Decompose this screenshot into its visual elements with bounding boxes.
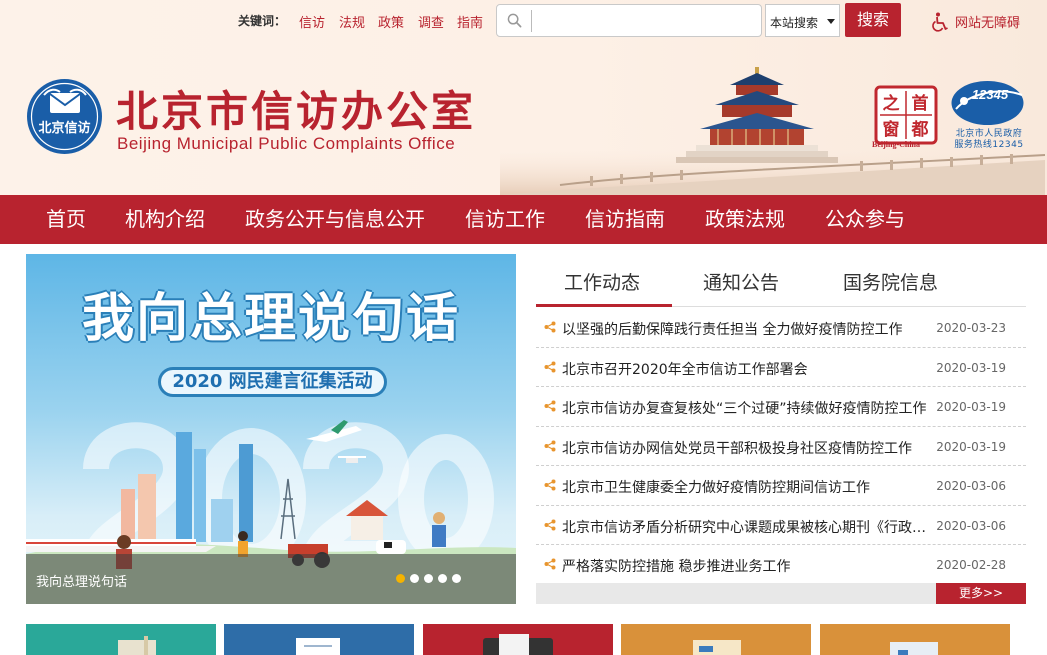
search-scope-select[interactable]: 本站搜索 bbox=[765, 4, 840, 37]
news-date: 2020-03-19 bbox=[936, 400, 1006, 414]
news-title[interactable]: 严格落实防控措施 稳步推进业务工作 bbox=[562, 556, 928, 576]
nav-item-policies[interactable]: 政策法规 bbox=[705, 195, 785, 244]
service-tile[interactable] bbox=[26, 624, 216, 655]
keyword-link[interactable]: 政策 bbox=[378, 12, 404, 31]
news-title[interactable]: 以坚强的后勤保障践行责任担当 全力做好疫情防控工作 bbox=[562, 319, 928, 339]
keyword-link[interactable]: 指南 bbox=[457, 12, 483, 31]
keyword-link[interactable]: 信访 bbox=[299, 12, 325, 31]
banner-carousel[interactable]: 我向总理说句话 2020 网民建言征集活动 我向总理说句话 bbox=[26, 254, 516, 604]
news-date: 2020-03-19 bbox=[936, 360, 1006, 375]
search-box bbox=[496, 4, 762, 37]
share-icon bbox=[544, 321, 556, 333]
main-nav: 首页 机构介绍 政务公开与信息公开 信访工作 信访指南 政策法规 公众参与 bbox=[0, 195, 1047, 244]
news-date: 2020-03-23 bbox=[936, 321, 1006, 335]
nav-item-petition-work[interactable]: 信访工作 bbox=[465, 195, 545, 244]
chevron-down-icon bbox=[827, 19, 835, 24]
share-icon bbox=[544, 479, 556, 491]
news-date: 2020-03-06 bbox=[936, 479, 1006, 493]
news-title[interactable]: 北京市信访矛盾分析研究中心课题成果被核心期刊《行政管理改革》刊发 bbox=[562, 517, 928, 537]
screen-icon bbox=[890, 642, 938, 655]
search-input[interactable] bbox=[531, 10, 755, 32]
event-badge: 2020 网民建言征集活动 bbox=[158, 367, 387, 397]
wheelchair-icon[interactable] bbox=[931, 12, 949, 32]
svg-text:之: 之 bbox=[883, 93, 900, 114]
office-emblem-logo[interactable]: 北京信访 bbox=[26, 78, 103, 155]
site-title: 北京市信访办公室 bbox=[116, 87, 477, 136]
banner-slogan: 我向总理说句话 bbox=[81, 289, 460, 349]
tab-state-council[interactable]: 国务院信息 bbox=[843, 268, 938, 295]
news-date: 2020-03-06 bbox=[936, 518, 1006, 533]
nav-item-about[interactable]: 机构介绍 bbox=[125, 195, 205, 244]
top-bar: 关键词： 信访 法规 政策 调查 指南 本站搜索 搜索 网站无障碍 bbox=[0, 3, 1047, 37]
news-item[interactable]: 北京市卫生健康委全力做好疫情防控期间信访工作 2020-03-06 bbox=[536, 466, 1026, 506]
share-icon bbox=[544, 361, 556, 372]
nav-item-petition-guide[interactable]: 信访指南 bbox=[585, 195, 665, 244]
news-date: 2020-02-28 bbox=[936, 558, 1006, 572]
share-icon bbox=[544, 519, 556, 530]
nav-item-participation[interactable]: 公众参与 bbox=[825, 195, 905, 244]
news-item[interactable]: 严格落实防控措施 稳步推进业务工作 2020-02-28 bbox=[536, 545, 1026, 585]
svg-text:窗: 窗 bbox=[883, 119, 900, 140]
svg-text:都: 都 bbox=[911, 119, 929, 140]
carousel-dot[interactable] bbox=[452, 574, 461, 583]
news-title[interactable]: 北京市卫生健康委全力做好疫情防控期间信访工作 bbox=[562, 477, 928, 497]
signpost-icon bbox=[118, 636, 156, 655]
news-item[interactable]: 北京市信访矛盾分析研究中心课题成果被核心期刊《行政管理改革》刊发 2020-03… bbox=[536, 506, 1026, 545]
document-icon bbox=[296, 638, 340, 655]
svg-text:12345: 12345 bbox=[972, 87, 1009, 102]
seal-caption: Beijing-China bbox=[872, 140, 921, 149]
hotline-12345-logo[interactable]: 12345 bbox=[950, 79, 1025, 127]
news-title[interactable]: 北京市信访办复查复核处“三个过硬”持续做好疫情防控工作 bbox=[562, 398, 928, 418]
carousel-caption[interactable]: 我向总理说句话 bbox=[36, 571, 127, 590]
carousel-dot[interactable] bbox=[396, 574, 405, 583]
news-item[interactable]: 以坚强的后勤保障践行责任担当 全力做好疫情防控工作 2020-03-23 bbox=[536, 308, 1026, 348]
keyword-link[interactable]: 法规 bbox=[339, 12, 365, 31]
svg-text:首: 首 bbox=[912, 93, 929, 114]
service-tile[interactable] bbox=[820, 624, 1010, 655]
tab-work-news[interactable]: 工作动态 bbox=[564, 268, 640, 295]
more-bar: 更多>> bbox=[536, 583, 1026, 604]
news-panel: 工作动态 通知公告 国务院信息 以坚强的后勤保障践行责任担当 全力做好疫情防控工… bbox=[536, 254, 1026, 604]
share-icon bbox=[544, 558, 556, 570]
emblem-text: 北京信访 bbox=[38, 120, 90, 136]
active-tab-indicator bbox=[536, 304, 672, 307]
news-title[interactable]: 北京市召开2020年全市信访工作部署会 bbox=[562, 359, 928, 379]
news-tabs: 工作动态 通知公告 国务院信息 bbox=[536, 254, 1026, 307]
more-button[interactable]: 更多>> bbox=[936, 583, 1026, 604]
carousel-dot[interactable] bbox=[438, 574, 447, 583]
search-button[interactable]: 搜索 bbox=[845, 3, 901, 37]
news-item[interactable]: 北京市召开2020年全市信访工作部署会 2020-03-19 bbox=[536, 348, 1026, 387]
board-icon bbox=[693, 640, 741, 655]
share-icon bbox=[544, 400, 556, 412]
search-scope-value: 本站搜索 bbox=[770, 16, 819, 30]
news-item[interactable]: 北京市信访办复查复核处“三个过硬”持续做好疫情防控工作 2020-03-19 bbox=[536, 387, 1026, 427]
accessibility-link[interactable]: 网站无障碍 bbox=[955, 12, 1020, 31]
news-item[interactable]: 北京市信访办网信处党员干部积极投身社区疫情防控工作 2020-03-19 bbox=[536, 427, 1026, 466]
carousel-caption-bar: 我向总理说句话 bbox=[26, 554, 516, 604]
carousel-dot[interactable] bbox=[424, 574, 433, 583]
site-header: 关键词： 信访 法规 政策 调查 指南 本站搜索 搜索 网站无障碍 北京信访 北… bbox=[0, 0, 1047, 195]
nav-item-disclosure[interactable]: 政务公开与信息公开 bbox=[245, 195, 425, 244]
monitor-icon bbox=[483, 634, 553, 655]
news-title[interactable]: 北京市信访办网信处党员干部积极投身社区疫情防控工作 bbox=[562, 438, 928, 458]
keywords-label: 关键词： bbox=[238, 14, 287, 28]
share-icon bbox=[544, 440, 556, 451]
service-tile[interactable] bbox=[423, 624, 613, 655]
site-title-english: Beijing Municipal Public Complaints Offi… bbox=[117, 134, 456, 153]
service-tile[interactable] bbox=[224, 624, 414, 655]
news-date: 2020-03-19 bbox=[936, 439, 1006, 454]
service-tile[interactable] bbox=[621, 624, 811, 655]
search-icon bbox=[507, 13, 522, 28]
tab-notices[interactable]: 通知公告 bbox=[703, 268, 779, 295]
carousel-dot[interactable] bbox=[410, 574, 419, 583]
hotline-caption: 北京市人民政府 服务热线12345 bbox=[954, 129, 1024, 150]
nav-item-home[interactable]: 首页 bbox=[46, 195, 86, 244]
keyword-link[interactable]: 调查 bbox=[418, 12, 444, 31]
